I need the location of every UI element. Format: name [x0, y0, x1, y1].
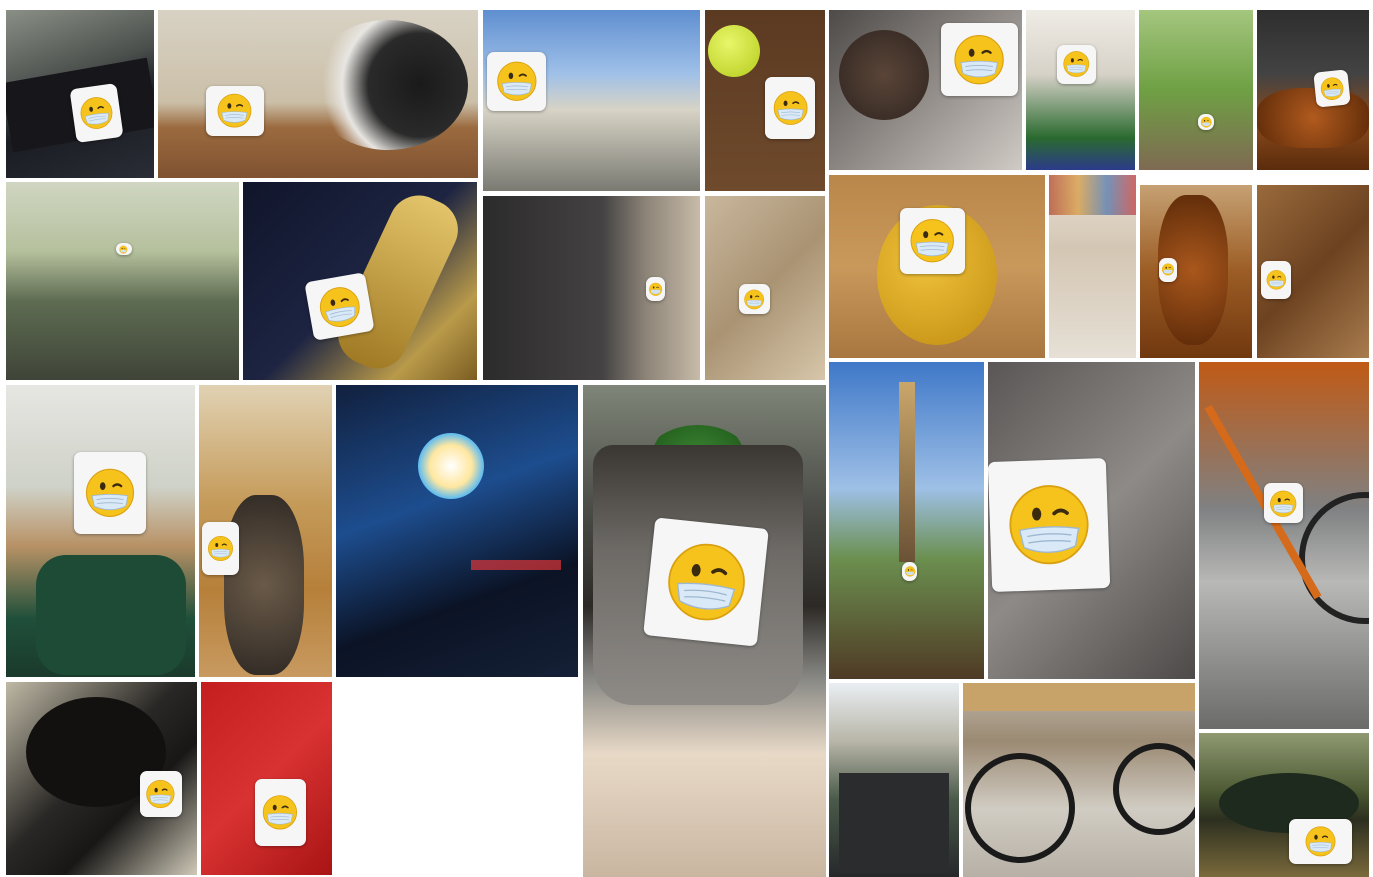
mask-emoji-card	[1159, 257, 1177, 282]
dog-body	[224, 495, 304, 675]
photo-garden-tree	[829, 362, 984, 679]
bike-wheel-front	[965, 753, 1075, 863]
winking-face-mask-emoji-icon	[954, 34, 1005, 85]
photo-tennis-ball	[705, 10, 825, 191]
winking-face-mask-emoji-icon	[80, 96, 113, 129]
photo-potted-plant-speaker	[6, 385, 195, 677]
photo-strawberry-pot	[583, 385, 826, 877]
photo-volleyball	[829, 175, 1045, 358]
winking-face-mask-emoji-icon	[744, 289, 765, 309]
mask-emoji-card	[74, 452, 146, 534]
photo-chestnut-tree	[1139, 10, 1253, 170]
mask-emoji-card	[201, 522, 239, 575]
winking-face-mask-emoji-icon	[1270, 490, 1297, 517]
rgb-strip	[471, 560, 561, 570]
photo-street-view	[483, 10, 700, 191]
photo-black-bike-garage	[963, 683, 1195, 877]
mask-emoji-card	[1313, 69, 1351, 108]
winking-face-mask-emoji-icon	[904, 566, 915, 577]
winking-face-mask-emoji-icon	[1200, 116, 1212, 128]
photo-violin-top	[1257, 10, 1369, 170]
winking-face-mask-emoji-icon	[263, 795, 298, 830]
mask-emoji-card	[645, 276, 666, 301]
mask-emoji-card	[139, 770, 182, 818]
mask-emoji-card	[900, 207, 966, 274]
photo-pc-case-lights	[336, 385, 578, 677]
winking-face-mask-emoji-icon	[773, 90, 808, 125]
winking-face-mask-emoji-icon	[85, 468, 135, 518]
postcard-wall	[1049, 175, 1136, 215]
photo-wood-floor-cable	[705, 196, 825, 380]
cat-head	[839, 30, 929, 120]
mask-emoji-card	[901, 561, 918, 581]
winking-face-mask-emoji-icon	[496, 61, 537, 102]
photo-orange-bike	[1199, 362, 1369, 729]
mask-emoji-card	[1261, 261, 1291, 300]
mask-emoji-card	[303, 272, 375, 342]
photo-bed-nook	[1049, 175, 1136, 358]
balcony-furniture	[839, 773, 949, 873]
winking-face-mask-emoji-icon	[1320, 77, 1344, 100]
winking-face-mask-emoji-icon	[648, 282, 663, 296]
mask-emoji-card	[642, 517, 769, 647]
photo-board-games	[1026, 10, 1135, 170]
photo-black-cat	[6, 682, 197, 875]
winking-face-mask-emoji-icon	[1266, 270, 1286, 290]
mask-emoji-card	[254, 778, 306, 847]
winking-face-mask-emoji-icon	[146, 779, 175, 809]
winking-face-mask-emoji-icon	[319, 286, 359, 327]
winking-face-mask-emoji-icon	[1305, 826, 1336, 857]
bike-wheel-rear	[1113, 743, 1195, 835]
mask-emoji-card	[69, 82, 124, 143]
winking-face-mask-emoji-icon	[217, 93, 252, 128]
photo-bowl-chestnuts	[1257, 185, 1369, 358]
mask-emoji-card	[765, 76, 816, 139]
photo-spotted-dog	[199, 385, 332, 677]
mask-emoji-card	[1198, 114, 1215, 130]
winking-face-mask-emoji-icon	[1161, 263, 1174, 276]
winking-face-mask-emoji-icon	[1009, 485, 1089, 565]
photo-cat-with-card	[829, 10, 1022, 170]
workbench	[963, 683, 1195, 711]
photo-saxophone	[243, 182, 477, 380]
winking-face-mask-emoji-icon	[667, 543, 745, 621]
mask-emoji-card	[1263, 483, 1303, 524]
mask-emoji-card	[988, 458, 1111, 593]
photo-garden-pond	[1199, 733, 1369, 877]
mask-emoji-card	[1056, 45, 1096, 84]
bike-wheel	[1299, 492, 1369, 624]
tennis-ball-shape	[708, 25, 760, 77]
photo-balcony-view	[829, 683, 959, 877]
photo-dog-lying	[158, 10, 478, 178]
winking-face-mask-emoji-icon	[910, 219, 955, 263]
tree-trunk	[899, 382, 915, 562]
winking-face-mask-emoji-icon	[207, 536, 233, 561]
photo-violin-floor	[1140, 185, 1252, 358]
violin-body	[1257, 88, 1369, 148]
winking-face-mask-emoji-icon	[1063, 51, 1089, 78]
mask-emoji-card	[206, 85, 264, 136]
photo-keyboard-desk	[6, 10, 154, 178]
winking-face-mask-emoji-icon	[119, 245, 128, 254]
photo-balcony-railing	[6, 182, 239, 380]
mask-emoji-card	[738, 284, 770, 314]
mask-emoji-card	[1289, 819, 1352, 865]
speaker-shape	[36, 555, 186, 675]
mask-emoji-card	[115, 243, 132, 256]
mask-emoji-card	[940, 22, 1019, 97]
photo-blanket-card	[988, 362, 1195, 679]
photo-red-cloth	[201, 682, 332, 875]
dog-shape	[308, 20, 468, 150]
case-fan-light	[418, 433, 484, 499]
photo-cushions	[483, 196, 700, 380]
mask-emoji-card	[487, 51, 546, 112]
